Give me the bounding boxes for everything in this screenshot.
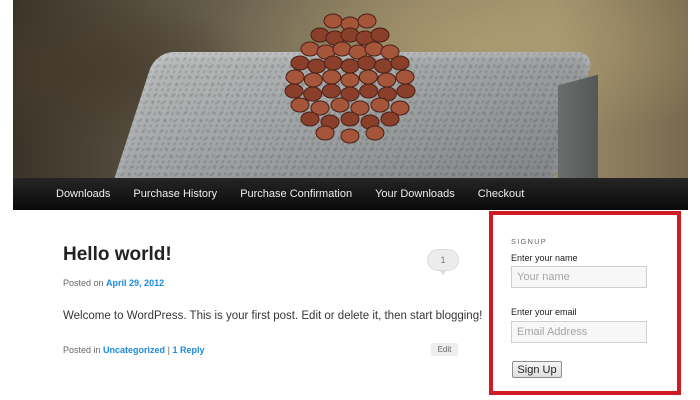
post-body: Welcome to WordPress. This is your first… <box>63 310 483 322</box>
pinecone-scale <box>357 13 377 29</box>
pinecone-scale <box>322 69 342 85</box>
pinecone-scale <box>373 58 393 74</box>
reply-link[interactable]: 1 Reply <box>172 345 204 355</box>
category-link[interactable]: Uncategorized <box>103 345 165 355</box>
nav-item-checkout[interactable]: Checkout <box>478 178 524 210</box>
name-field-label: Enter your name <box>511 253 578 263</box>
pinecone-scale <box>358 69 378 85</box>
pinecone-image <box>284 13 416 144</box>
pinecone-scale <box>303 86 323 102</box>
pinecone-scale <box>290 97 310 113</box>
nav-item-purchase-history[interactable]: Purchase History <box>133 178 217 210</box>
edit-button[interactable]: Edit <box>431 343 458 356</box>
pinecone-scale <box>323 55 343 71</box>
main-nav: Downloads Purchase History Purchase Conf… <box>13 178 688 210</box>
name-input[interactable] <box>511 266 647 288</box>
pinecone-scale <box>340 72 360 88</box>
nav-item-your-downloads[interactable]: Your Downloads <box>375 178 455 210</box>
pinecone-scale <box>330 97 350 113</box>
pinecone-scale <box>357 55 377 71</box>
pinecone-scale <box>395 69 415 85</box>
pinecone-scale <box>332 41 352 57</box>
pinecone-scale <box>307 58 327 74</box>
post-footer: Posted in Uncategorized | 1 Reply <box>63 345 204 355</box>
email-field-label: Enter your email <box>511 307 577 317</box>
footer-separator: | <box>167 345 170 355</box>
pinecone-scale <box>340 58 360 74</box>
signup-widget-title: SIGNUP <box>511 237 547 246</box>
pinecone-scale <box>285 69 305 85</box>
pinecone-scale <box>396 83 416 99</box>
posted-on-label: Posted on <box>63 278 104 288</box>
pinecone-scale <box>303 72 323 88</box>
pinecone-scale <box>340 128 360 144</box>
pinecone-scale <box>323 13 343 29</box>
pinecone-scale <box>370 97 390 113</box>
comment-count-bubble[interactable]: 1 <box>427 249 459 275</box>
email-input[interactable] <box>511 321 647 343</box>
granite-block-side <box>558 74 598 178</box>
nav-item-purchase-confirmation[interactable]: Purchase Confirmation <box>240 178 352 210</box>
pinecone-scale <box>370 27 390 43</box>
sign-up-button[interactable]: Sign Up <box>512 361 562 378</box>
posted-in-label: Posted in <box>63 345 101 355</box>
pinecone-scale <box>365 125 385 141</box>
post-title[interactable]: Hello world! <box>63 244 172 266</box>
pinecone-scale <box>377 72 397 88</box>
nav-item-downloads[interactable]: Downloads <box>56 178 110 210</box>
pinecone-scale <box>380 111 400 127</box>
pinecone-scale <box>321 83 341 99</box>
pinecone-scale <box>290 55 310 71</box>
pinecone-scale <box>340 111 360 127</box>
pinecone-scale <box>300 41 320 57</box>
header-image <box>13 0 688 178</box>
pinecone-scale <box>364 41 384 57</box>
pinecone-scale <box>300 111 320 127</box>
pinecone-scale <box>284 83 304 99</box>
pinecone-scale <box>390 55 410 71</box>
pinecone-scale <box>359 83 379 99</box>
post-meta: Posted on April 29, 2012 <box>63 278 164 288</box>
post-date-link[interactable]: April 29, 2012 <box>106 278 164 288</box>
pinecone-scale <box>315 125 335 141</box>
